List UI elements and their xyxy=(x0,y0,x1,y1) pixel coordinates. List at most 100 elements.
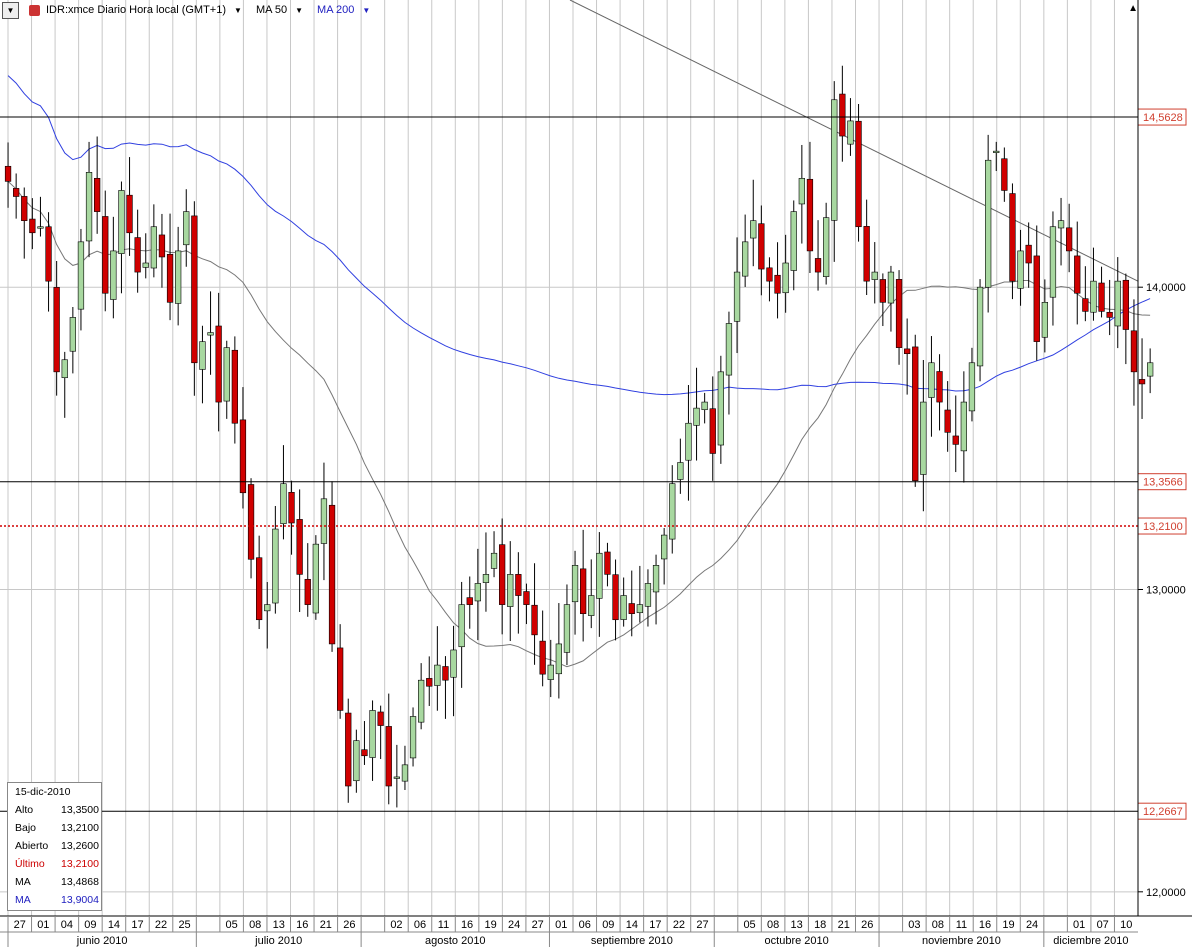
candle-down xyxy=(758,223,765,270)
candle-down xyxy=(426,678,433,687)
candle-down xyxy=(1082,298,1089,312)
candle-down xyxy=(912,346,919,481)
candle-down xyxy=(1122,279,1129,330)
x-tick-label: 27 xyxy=(696,919,708,931)
x-tick-label: 17 xyxy=(649,919,661,931)
candle-up xyxy=(871,271,878,280)
candle-up xyxy=(458,604,465,648)
candle-up xyxy=(418,679,425,723)
candle-down xyxy=(952,435,959,445)
info-label: MA xyxy=(15,876,31,888)
candle-down xyxy=(895,279,903,348)
candle-up xyxy=(1090,280,1097,313)
candle-down xyxy=(45,226,52,282)
candle-down xyxy=(361,749,368,757)
candle-down xyxy=(215,325,222,403)
x-tick-label: 27 xyxy=(14,919,26,931)
candle-down xyxy=(523,591,530,605)
candle-down xyxy=(863,226,870,282)
candle-down xyxy=(102,216,109,294)
x-tick-label: 08 xyxy=(767,919,779,931)
x-tick-label: 13 xyxy=(273,919,285,931)
candle-up xyxy=(555,643,562,675)
candle-down xyxy=(499,544,506,605)
candle-up xyxy=(1057,220,1065,229)
candle-up xyxy=(701,401,708,411)
candle-down xyxy=(1138,379,1146,385)
ma200-label[interactable]: MA 200 xyxy=(317,4,354,16)
x-tick-label: 06 xyxy=(579,919,591,931)
x-tick-label: 21 xyxy=(838,919,850,931)
candle-down xyxy=(1025,244,1032,264)
info-value: 13,2600 xyxy=(61,840,99,852)
candle-up xyxy=(1147,362,1154,377)
candle-up xyxy=(661,534,668,560)
level-label: 12,2667 xyxy=(1143,806,1183,818)
candle-up xyxy=(223,347,230,402)
candle-up xyxy=(750,220,757,239)
x-tick-label: 01 xyxy=(37,919,49,931)
candle-down xyxy=(628,603,635,614)
x-tick-label: 09 xyxy=(602,919,614,931)
candle-down xyxy=(806,178,814,252)
candle-up xyxy=(887,271,895,304)
symbol-title[interactable]: IDR:xmce Diario Hora local (GMT+1) xyxy=(46,4,226,16)
candle-up xyxy=(960,401,967,452)
x-tick-label: 05 xyxy=(226,919,238,931)
info-label: Último xyxy=(15,858,45,870)
level-label: 14,5628 xyxy=(1143,112,1183,124)
candle-up xyxy=(110,250,117,300)
info-value: 13,4868 xyxy=(61,876,99,888)
month-label: julio 2010 xyxy=(254,935,302,947)
info-label: MA xyxy=(15,894,31,906)
candle-down xyxy=(612,574,619,621)
candle-up xyxy=(77,241,85,310)
ma50-label[interactable]: MA 50 xyxy=(256,4,287,16)
candle-up xyxy=(742,241,749,277)
pin-icon[interactable]: ▲ xyxy=(1128,3,1138,14)
triangle-down-icon: ▼ xyxy=(6,5,15,15)
y-tick-label: 13,0000 xyxy=(1146,585,1186,597)
x-axis: 27 01 04 09 14 17 22 25 05 08 13 16 21 26 02 06 11 16 19 24… xyxy=(0,915,1192,947)
candle-up xyxy=(183,211,190,246)
candle-up xyxy=(450,649,457,678)
candle-up xyxy=(596,552,603,599)
ma200-dropdown-icon[interactable]: ▼ xyxy=(362,6,370,15)
candle-up xyxy=(69,317,76,352)
ma50-dropdown-icon[interactable]: ▼ xyxy=(295,6,303,15)
candle-down xyxy=(288,492,295,524)
candle-up xyxy=(782,262,789,294)
x-tick-label: 01 xyxy=(555,919,567,931)
x-tick-label: 26 xyxy=(343,919,355,931)
candle-down xyxy=(29,218,36,234)
candle-up xyxy=(685,422,692,461)
chart-menu-button[interactable]: ▼ xyxy=(2,1,19,19)
x-tick-label: 16 xyxy=(979,919,991,931)
x-tick-label: 24 xyxy=(1026,919,1038,931)
candle-down xyxy=(604,551,611,575)
candle-up xyxy=(831,99,838,221)
candle-up xyxy=(37,226,44,229)
candle-up xyxy=(928,362,935,398)
candle-down xyxy=(466,597,473,605)
candle-down xyxy=(531,604,538,636)
symbol-dropdown-icon[interactable]: ▼ xyxy=(234,6,242,15)
x-tick-label: 14 xyxy=(626,919,638,931)
candle-down xyxy=(936,371,943,403)
y-axis: 14,5628 13,3566 13,2100 12,2667 12,0000 13,00… xyxy=(1137,0,1187,916)
candle-down xyxy=(385,726,392,787)
candle-up xyxy=(207,332,214,336)
x-tick-label: 09 xyxy=(84,919,96,931)
candle-up xyxy=(798,178,805,205)
y-tick-label: 12,0000 xyxy=(1146,887,1186,899)
x-tick-label: 04 xyxy=(61,919,73,931)
candle-up xyxy=(1041,302,1048,338)
candle-down xyxy=(166,253,174,303)
candle-up xyxy=(588,595,595,616)
level-label: 13,3566 xyxy=(1143,477,1183,489)
candle-up xyxy=(547,664,554,680)
candle-down xyxy=(539,640,546,675)
candle-up xyxy=(985,159,992,288)
candle-down xyxy=(337,647,344,711)
info-date: 15-dic-2010 xyxy=(15,786,71,798)
